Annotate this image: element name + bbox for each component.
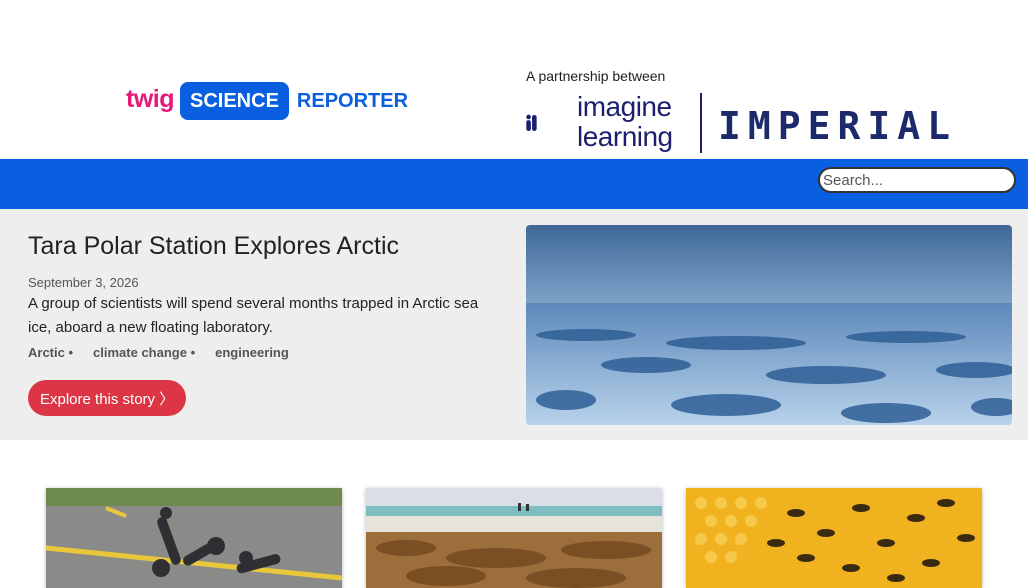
story-card-robot[interactable] [46,488,342,588]
featured-date: September 3, 2026 [28,275,139,290]
imagine-learning-wordmark: imagine learning [577,92,673,152]
science-badge: SCIENCE [180,82,289,120]
story-card-seaweed[interactable] [366,488,662,588]
tag-arctic[interactable]: Arctic [28,345,73,360]
arctic-sea-ice-illustration [526,225,1012,425]
reporter-wordmark: REPORTER [296,89,409,112]
honeybees-on-honeycomb-image [686,488,982,588]
tag-climate-change[interactable]: climate change [93,345,195,360]
seaweed-on-beach-image [366,488,662,588]
search-input[interactable] [818,167,1016,193]
featured-description: A group of scientists will spend several… [28,295,479,336]
imagine-text: imagine [577,91,672,122]
learning-text: learning [577,121,673,152]
featured-title[interactable]: Tara Polar Station Explores Arctic [28,232,399,261]
twig-science-reporter-logo[interactable]: twig SCIENCE REPORTER [126,82,408,120]
imagine-learning-logo-icon [526,114,537,132]
explore-story-button[interactable]: Explore this story 〉 [28,380,187,416]
tag-engineering[interactable]: engineering [215,345,289,360]
arctic-sea-ice-image[interactable] [526,225,1012,425]
partnership-label: A partnership between [526,68,666,84]
story-card-bees[interactable] [686,488,982,588]
robot-pieces-on-road-image [46,488,342,588]
imperial-logo: IMPERIAL [718,104,958,148]
twig-wordmark: twig [126,84,175,113]
tag-list: Arctic climate change engineering [28,345,309,360]
logo-divider [700,93,702,153]
